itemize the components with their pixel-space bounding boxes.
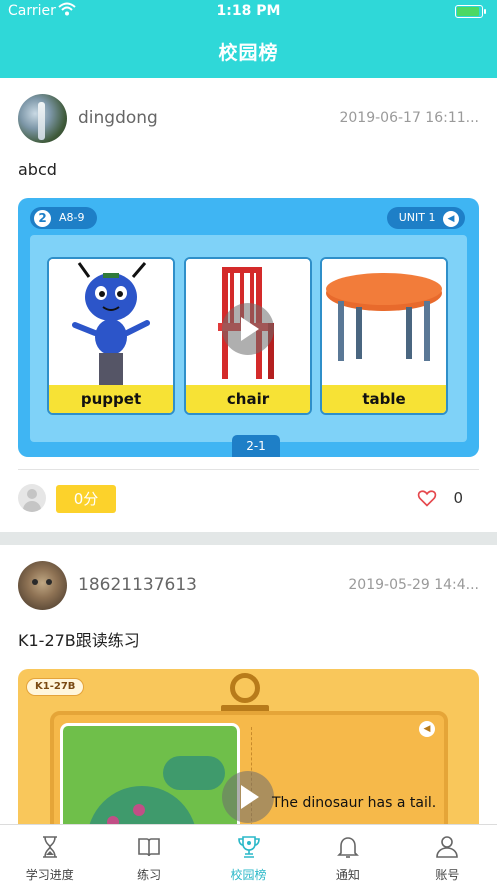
app-root: Carrier 1:18 PM 校园榜 dingdong 2019-06-17 … [0, 0, 497, 883]
tab-practice[interactable]: 练习 [99, 825, 198, 883]
tab-label: 练习 [137, 868, 162, 882]
post-caption: K1-27B跟读练习 [18, 631, 140, 650]
hourglass-icon [42, 836, 57, 858]
trophy-icon [237, 836, 260, 858]
word-label: chair [186, 385, 310, 413]
dinosaur-spot [133, 804, 145, 816]
post-timestamp: 2019-06-17 16:11... [339, 110, 479, 126]
page-title: 校园榜 [218, 42, 279, 64]
tab-label: 通知 [335, 868, 360, 882]
dinosaur-head [163, 756, 225, 790]
video-card[interactable]: K1-27B ◀ The dinosaur has a tail. [18, 669, 479, 824]
lesson-badge: 2 A8-9 [30, 207, 97, 229]
post-username[interactable]: dingdong [78, 108, 158, 128]
status-bar: Carrier 1:18 PM [0, 0, 497, 24]
tab-label: 账号 [435, 868, 460, 882]
divider-line [18, 469, 479, 470]
bell-icon [336, 837, 359, 858]
word-tile-table: table [320, 257, 448, 415]
tab-progress[interactable]: 学习进度 [0, 825, 99, 883]
ant-puppet-illustration [49, 259, 173, 385]
dinosaur-illustration [60, 723, 240, 824]
feed-list[interactable]: dingdong 2019-06-17 16:11... abcd 2 A8-9… [0, 78, 497, 824]
book-icon [138, 838, 160, 857]
app-header: Carrier 1:18 PM 校园榜 [0, 0, 497, 78]
battery-icon [455, 5, 486, 18]
avatar[interactable] [18, 94, 67, 143]
speaker-icon[interactable]: ◀ [419, 721, 435, 737]
video-card[interactable]: 2 A8-9 UNIT 1 ◀ puppet chair table 2-1 [18, 198, 479, 457]
unit-label: UNIT 1 [398, 211, 436, 224]
clip-icon [230, 673, 260, 703]
feed-post[interactable]: 18621137613 2019-05-29 14:4... K1-27B跟读练… [0, 545, 497, 824]
lesson-number: 2 [34, 209, 51, 227]
tab-leaderboard[interactable]: 校园榜 [199, 825, 298, 883]
word-label: puppet [49, 385, 173, 413]
tab-notifications[interactable]: 通知 [298, 825, 397, 883]
commenter-avatar[interactable] [18, 484, 46, 512]
post-separator [0, 532, 497, 545]
tab-bar: 学习进度 练习 校园榜 通知 账号 [0, 824, 497, 883]
person-icon [436, 836, 459, 858]
dinosaur-spot [107, 816, 119, 824]
tab-label: 校园榜 [230, 868, 267, 882]
tab-account[interactable]: 账号 [398, 825, 497, 883]
post-caption: abcd [18, 160, 57, 179]
unit-badge[interactable]: UNIT 1 ◀ [386, 207, 465, 229]
tab-label: 学习进度 [25, 868, 74, 882]
word-tile-puppet: puppet [47, 257, 175, 415]
avatar[interactable] [18, 561, 67, 610]
like-count: 0 [453, 489, 463, 507]
lesson-code: A8-9 [59, 211, 85, 224]
heart-icon[interactable] [417, 488, 437, 508]
score-badge[interactable]: 0分 [56, 485, 116, 513]
status-time: 1:18 PM [216, 3, 281, 19]
table-illustration [322, 259, 446, 385]
speaker-icon[interactable]: ◀ [443, 211, 459, 227]
play-button[interactable] [222, 303, 274, 355]
post-timestamp: 2019-05-29 14:4... [348, 577, 479, 593]
page-indicator: 2-1 [232, 435, 280, 457]
feed-post[interactable]: dingdong 2019-06-17 16:11... abcd 2 A8-9… [0, 78, 497, 532]
battery-fill [457, 7, 479, 16]
play-button[interactable] [222, 771, 274, 823]
post-username[interactable]: 18621137613 [78, 575, 197, 595]
sentence-text: The dinosaur has a tail. [272, 795, 437, 811]
word-label: table [322, 385, 446, 413]
lesson-tag: K1-27B [26, 678, 85, 696]
